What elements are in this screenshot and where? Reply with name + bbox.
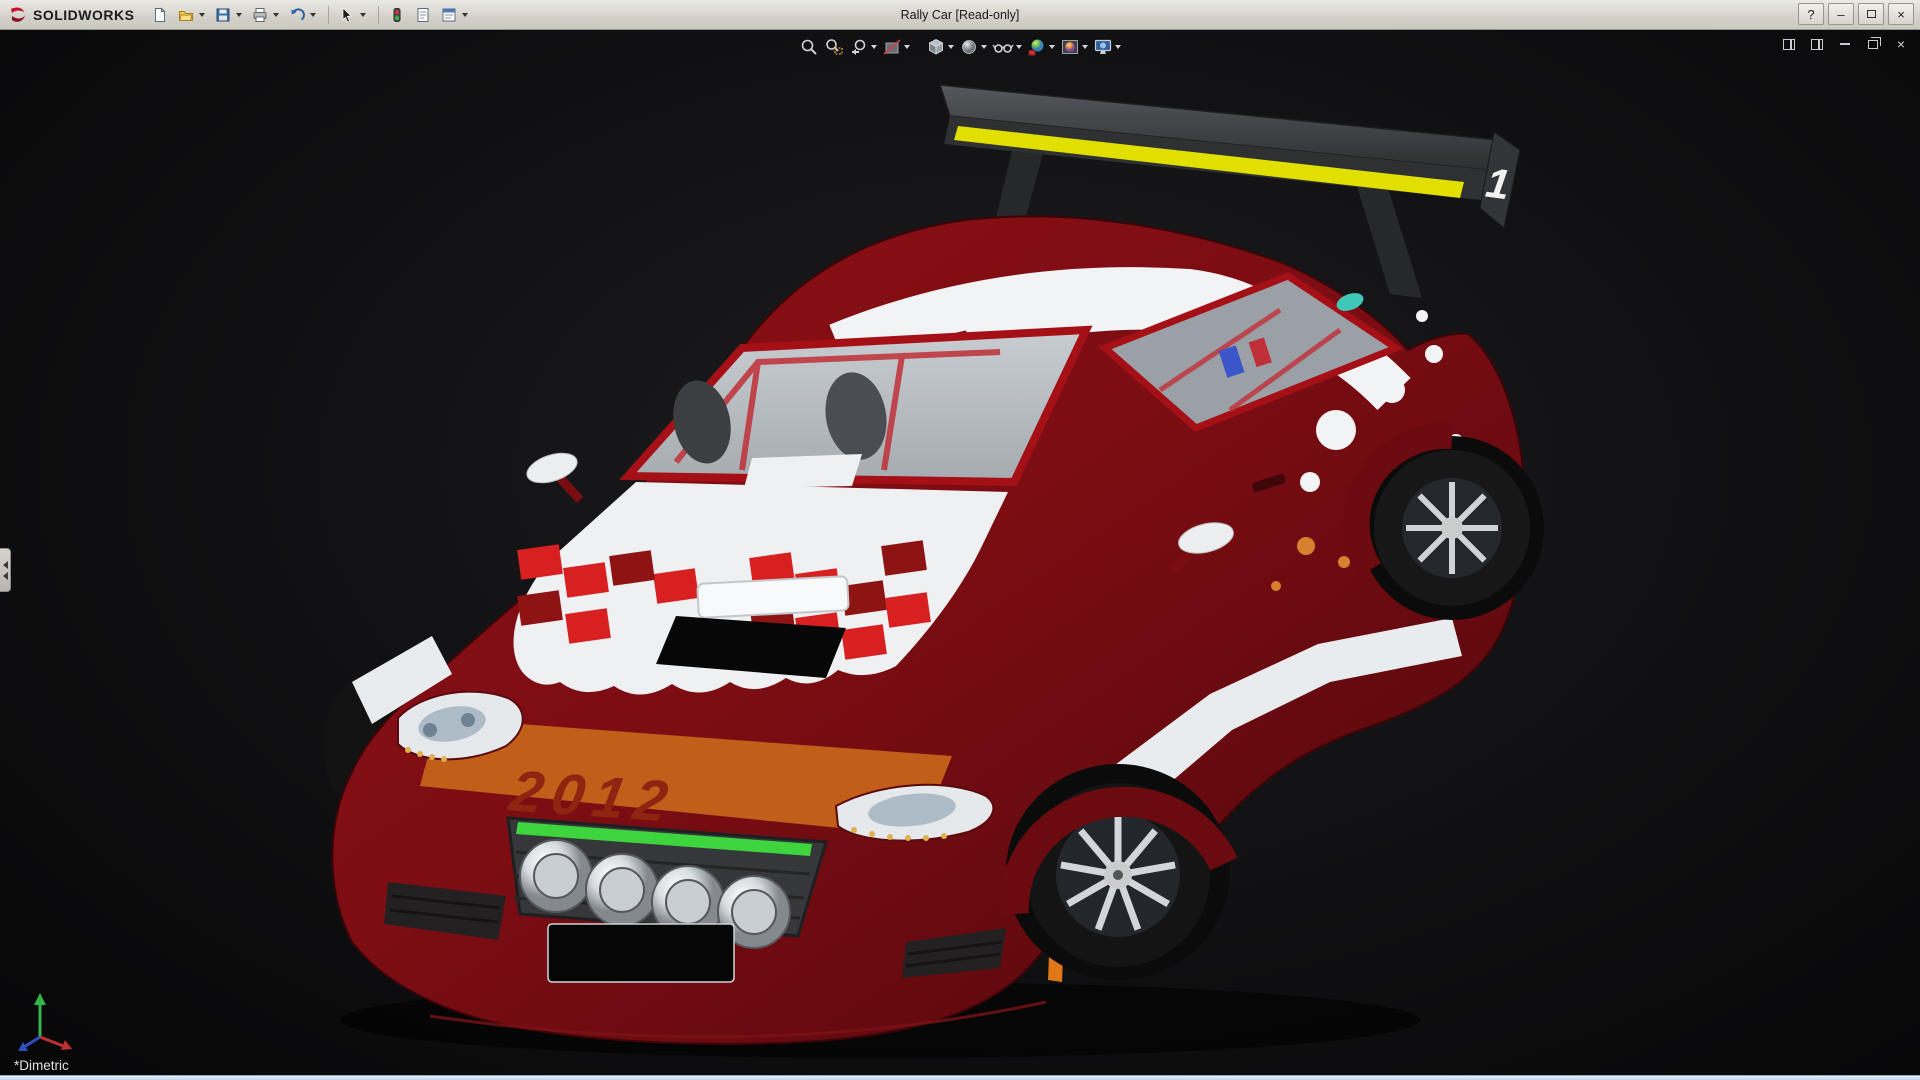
solidworks-logo-icon — [8, 6, 28, 24]
edit-appearance-caret[interactable] — [1049, 45, 1055, 49]
window-title: Rally Car [Read-only] — [901, 0, 1020, 30]
undo-dropdown-caret[interactable] — [310, 13, 316, 17]
previous-view-caret[interactable] — [871, 45, 877, 49]
panel-collapse-tab[interactable] — [0, 548, 11, 592]
new-document-button[interactable] — [148, 3, 172, 27]
doc-minimize-button[interactable] — [1836, 36, 1854, 52]
view-orientation-label: *Dimetric — [14, 1058, 69, 1073]
close-button[interactable]: × — [1888, 3, 1914, 25]
doc-close-button[interactable]: × — [1892, 36, 1910, 52]
options-icon — [441, 7, 457, 23]
undo-button[interactable] — [285, 3, 309, 27]
display-style-button[interactable] — [958, 35, 988, 59]
left-mirror — [523, 448, 580, 500]
new-document-icon — [152, 7, 168, 23]
save-icon — [215, 7, 231, 23]
zoom-to-area-icon — [824, 37, 844, 57]
hide-show-items-caret[interactable] — [1016, 45, 1022, 49]
document-window-controls: × — [1780, 36, 1910, 52]
brand-text: SOLIDWORKS — [33, 7, 134, 23]
help-button[interactable]: ? — [1798, 3, 1824, 25]
save-dropdown-caret[interactable] — [236, 13, 242, 17]
file-properties-button[interactable] — [411, 3, 435, 27]
view-settings-button[interactable] — [1092, 35, 1122, 59]
section-view-icon — [882, 37, 902, 57]
pane-icon — [1811, 39, 1823, 50]
reference-triad — [14, 989, 84, 1053]
minimize-button[interactable]: – — [1828, 3, 1854, 25]
open-icon — [178, 7, 194, 23]
edit-appearance-button[interactable] — [1026, 35, 1056, 59]
apply-scene-caret[interactable] — [1082, 45, 1088, 49]
app-titlebar: SOLIDWORKS — [0, 0, 1920, 30]
front-right-wheel[interactable] — [1006, 764, 1230, 980]
open-button[interactable] — [174, 3, 198, 27]
apply-scene-button[interactable] — [1059, 35, 1089, 59]
previous-view-button[interactable] — [848, 35, 878, 59]
zoom-to-fit-icon — [799, 37, 819, 57]
show-pane-right-button[interactable] — [1808, 36, 1826, 52]
graphics-viewport[interactable]: × — [0, 30, 1920, 1075]
options-dropdown-caret[interactable] — [462, 13, 468, 17]
collapse-arrow-icon — [3, 572, 8, 580]
rally-car-model[interactable]: 1 — [0, 30, 1920, 1075]
license-plate — [548, 924, 734, 982]
apply-scene-icon — [1060, 37, 1080, 57]
options-button[interactable] — [437, 3, 461, 27]
rebuild-button[interactable] — [385, 3, 409, 27]
section-view-button[interactable] — [881, 35, 911, 59]
minimize-icon — [1840, 43, 1850, 45]
select-dropdown-caret[interactable] — [360, 13, 366, 17]
display-style-icon — [959, 37, 979, 57]
taskbar-edge — [0, 1075, 1920, 1080]
pane-icon — [1783, 39, 1795, 50]
zoom-to-area-button[interactable] — [823, 35, 845, 59]
section-view-caret[interactable] — [904, 45, 910, 49]
windshield — [628, 330, 1086, 488]
doc-restore-button[interactable] — [1864, 36, 1882, 52]
save-button[interactable] — [211, 3, 235, 27]
zoom-to-fit-button[interactable] — [798, 35, 820, 59]
undo-icon — [289, 7, 305, 23]
print-dropdown-caret[interactable] — [273, 13, 279, 17]
edit-appearance-icon — [1027, 37, 1047, 57]
hood-plate — [697, 576, 849, 618]
hide-show-items-glasses-icon — [992, 37, 1014, 57]
select-button[interactable] — [335, 3, 359, 27]
print-button[interactable] — [248, 3, 272, 27]
view-orientation-button[interactable] — [925, 35, 955, 59]
rebuild-traffic-light-icon — [389, 7, 405, 23]
view-settings-caret[interactable] — [1115, 45, 1121, 49]
collapse-arrow-icon — [3, 561, 8, 569]
restore-icon — [1868, 40, 1878, 49]
maximize-button[interactable] — [1858, 3, 1884, 25]
hide-show-items-button[interactable] — [991, 35, 1023, 59]
maximize-icon — [1867, 10, 1876, 18]
view-orientation-cube-icon — [926, 37, 946, 57]
print-icon — [252, 7, 268, 23]
previous-view-icon — [849, 37, 869, 57]
select-cursor-icon — [339, 7, 355, 23]
display-style-caret[interactable] — [981, 45, 987, 49]
app-logo: SOLIDWORKS — [0, 6, 148, 24]
file-properties-icon — [415, 7, 431, 23]
show-pane-left-button[interactable] — [1780, 36, 1798, 52]
toolbar-separator — [328, 6, 329, 24]
view-settings-icon — [1093, 37, 1113, 57]
toolbar-separator — [378, 6, 379, 24]
view-orientation-caret[interactable] — [948, 45, 954, 49]
open-dropdown-caret[interactable] — [199, 13, 205, 17]
heads-up-view-toolbar — [798, 35, 1122, 59]
